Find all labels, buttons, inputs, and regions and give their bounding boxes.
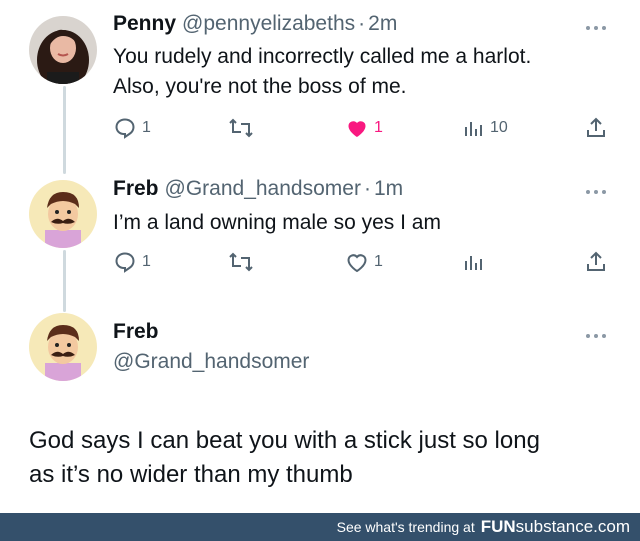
freb-avatar-image — [29, 313, 97, 381]
more-icon[interactable] — [584, 14, 608, 40]
brand-rest: substance — [515, 517, 594, 536]
reply-count: 1 — [142, 119, 151, 136]
like-count: 1 — [374, 253, 383, 270]
avatar[interactable] — [29, 16, 97, 84]
reply-count: 1 — [142, 253, 151, 270]
author-name[interactable]: Freb — [113, 177, 159, 201]
like-button[interactable]: 1 — [345, 250, 383, 274]
views-button[interactable] — [463, 250, 485, 274]
brand-bold: FUN — [480, 517, 516, 536]
brand-tld: .com — [593, 517, 630, 536]
tweet-text: You rudely and incorrectly called me a h… — [113, 42, 531, 102]
tweet-text: I’m a land owning male so yes I am — [113, 208, 441, 238]
author-handle[interactable]: @Grand_handsomer — [165, 177, 361, 201]
retweet-button[interactable] — [228, 116, 254, 140]
tweet-header: Penny @pennyelizabeths · 2m — [113, 12, 397, 36]
main-tweet-text: God says I can beat you with a stick jus… — [29, 424, 540, 492]
tweet-text-line: as it’s no wider than my thumb — [29, 461, 353, 488]
tweet-actions: 1 1 — [113, 250, 608, 278]
views-icon — [465, 122, 482, 136]
thread-line — [63, 86, 66, 174]
author-name[interactable]: Penny — [113, 12, 176, 36]
retweet-button[interactable] — [228, 250, 254, 274]
thread-line — [63, 250, 66, 312]
more-icon[interactable] — [584, 322, 608, 348]
reply-icon — [115, 118, 135, 139]
tweet-text-line: You rudely and incorrectly called me a h… — [113, 45, 532, 68]
tweet-text-line: God says I can beat you with a stick jus… — [29, 427, 540, 454]
heart-icon — [347, 254, 367, 273]
brand-logo[interactable]: FUNsubstance.com — [481, 517, 630, 537]
author-name[interactable]: Freb — [113, 320, 159, 344]
share-button[interactable] — [584, 250, 608, 274]
share-icon — [587, 251, 605, 271]
more-icon[interactable] — [584, 178, 608, 204]
heart-icon — [348, 121, 366, 137]
like-count: 1 — [374, 119, 383, 136]
separator: · — [358, 12, 366, 35]
reply-button[interactable]: 1 — [113, 116, 151, 140]
views-icon — [465, 256, 482, 270]
author-handle[interactable]: @Grand_handsomer — [113, 350, 309, 374]
timestamp[interactable]: 2m — [368, 12, 397, 36]
share-button[interactable] — [584, 116, 608, 140]
retweet-icon — [229, 252, 253, 272]
tweet-text-line: I’m a land owning male so yes I am — [113, 211, 441, 234]
penny-avatar-image — [29, 16, 97, 84]
watermark-banner[interactable]: See what's trending at FUNsubstance.com — [0, 513, 640, 541]
main-tweet-handle: @Grand_handsomer — [107, 350, 309, 374]
views-button[interactable]: 10 — [463, 116, 508, 140]
main-tweet-name: Freb — [113, 320, 159, 344]
tweet-header: Freb @Grand_handsomer · 1m — [113, 177, 403, 201]
tweet-actions: 1 1 10 — [113, 116, 608, 144]
banner-text: See what's trending at — [336, 519, 475, 535]
avatar[interactable] — [29, 313, 97, 381]
view-count: 10 — [490, 119, 508, 136]
reply-icon — [115, 252, 135, 273]
timestamp[interactable]: 1m — [374, 177, 403, 201]
avatar[interactable] — [29, 180, 97, 248]
separator: · — [363, 177, 371, 200]
reply-button[interactable]: 1 — [113, 250, 151, 274]
share-icon — [587, 117, 605, 137]
freb-avatar-image — [29, 180, 97, 248]
tweet-text-line: Also, you're not the boss of me. — [113, 75, 407, 98]
like-button[interactable]: 1 — [345, 116, 383, 140]
retweet-icon — [229, 118, 253, 138]
author-handle[interactable]: @pennyelizabeths — [182, 12, 355, 36]
